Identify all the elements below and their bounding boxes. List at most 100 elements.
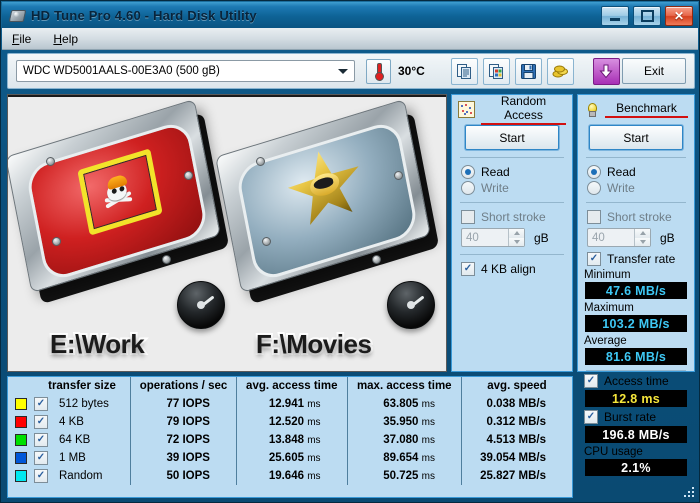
random-access-short-stroke-checkbox[interactable]: ✓ Short stroke xyxy=(461,210,572,224)
toolbar: WDC WD5001AALS-00E3A0 (500 gB) 30°C Exit xyxy=(7,53,695,89)
row-avg-speed-cell: 39.054 MB/s xyxy=(460,449,572,467)
column-header-operations: operations / sec xyxy=(130,377,237,395)
drive-selector-combobox[interactable]: WDC WD5001AALS-00E3A0 (500 gB) xyxy=(16,60,355,82)
checkbox-checked-icon[interactable]: ✓ xyxy=(34,397,48,411)
row-color-swatch-cell xyxy=(8,449,34,467)
divider xyxy=(460,157,564,158)
drive-graphic-movies: F:\Movies xyxy=(215,98,446,361)
row-operations-cell: 79 IOPS xyxy=(130,413,237,431)
row-transfer-size-label: 1 MB xyxy=(59,452,86,464)
benchmark-cpu-usage-label: CPU usage xyxy=(584,446,643,458)
random-access-short-stroke-stepper[interactable]: 40 gB xyxy=(461,228,572,247)
table-row[interactable]: ✓ 4 KB 79 IOPS 12.520 ms 35.950 ms 0.312 MB/s xyxy=(8,413,572,431)
benchmark-short-stroke-checkbox[interactable]: ✓ Short stroke xyxy=(587,210,694,224)
benchmark-transfer-rate-label: Transfer rate xyxy=(607,252,676,266)
color-swatch-icon xyxy=(15,433,27,446)
chevron-down-icon[interactable] xyxy=(334,68,352,74)
random-access-short-stroke-value: 40 xyxy=(466,231,479,244)
benchmark-burst-rate-checkbox[interactable]: ✓ Burst rate xyxy=(584,410,694,424)
row-avg-speed-cell: 0.312 MB/s xyxy=(460,413,572,431)
row-avg-access-cell: 12.520 ms xyxy=(235,413,348,431)
window-controls: ✕ xyxy=(601,6,693,26)
table-row[interactable]: ✓ Random 50 IOPS 19.646 ms 50.725 ms 25.827 M… xyxy=(8,467,572,485)
random-access-panel: Random Access Start Read Write ✓ Short st… xyxy=(451,94,573,372)
random-access-4kb-align-label: 4 KB align xyxy=(481,262,536,276)
minimize-icon xyxy=(610,17,620,21)
random-access-4kb-align-checkbox[interactable]: ✓ 4 KB align xyxy=(461,262,572,276)
benchmark-transfer-rate-checkbox[interactable]: ✓ Transfer rate xyxy=(587,252,694,266)
benchmark-header: Benchmark xyxy=(584,99,688,120)
temperature-button[interactable] xyxy=(366,58,391,84)
benchmark-short-stroke-stepper[interactable]: 40 gB xyxy=(587,228,694,247)
graph-area[interactable]: E:\Work F:\Movies xyxy=(7,94,447,372)
stepper-up-icon[interactable] xyxy=(509,229,524,238)
temperature-value: 30°C xyxy=(398,64,425,78)
row-color-swatch-cell xyxy=(8,413,34,431)
exit-button-label: Exit xyxy=(643,64,664,78)
row-avg-access-cell: 13.848 ms xyxy=(235,431,348,449)
random-access-write-radio[interactable]: Write xyxy=(461,181,572,195)
benchmark-minimum-value: 47.6 MB/s xyxy=(585,282,687,299)
row-operations-cell: 77 IOPS xyxy=(130,395,237,413)
row-operations-cell: 72 IOPS xyxy=(130,431,237,449)
random-access-start-button[interactable]: Start xyxy=(465,125,559,150)
table-row[interactable]: ✓ 64 KB 72 IOPS 13.848 ms 37.080 ms 4.513 MB/… xyxy=(8,431,572,449)
stepper-up-icon[interactable] xyxy=(635,229,650,238)
options-button[interactable] xyxy=(546,57,574,85)
copy-image-button[interactable] xyxy=(482,57,510,85)
menu-item-file[interactable]: File xyxy=(12,32,31,46)
column-header-avg-access: avg. access time xyxy=(235,377,348,395)
table-row[interactable]: ✓ 1 MB 39 IOPS 25.605 ms 89.654 ms 39.054 MB/… xyxy=(8,449,572,467)
minimize-button[interactable] xyxy=(601,6,629,26)
row-transfer-size-cell: ✓ Random xyxy=(34,467,131,485)
hard-disk-icon xyxy=(8,7,27,23)
color-swatch-icon xyxy=(15,469,27,482)
benchmark-short-stroke-label: Short stroke xyxy=(607,210,672,224)
random-access-read-radio[interactable]: Read xyxy=(461,165,572,179)
save-button[interactable] xyxy=(514,57,542,85)
graph-top-border xyxy=(8,95,446,97)
close-button[interactable]: ✕ xyxy=(665,6,693,26)
menu-item-help[interactable]: Help xyxy=(53,32,78,46)
row-avg-access-cell: 12.941 ms xyxy=(235,395,348,413)
checkbox-checked-icon[interactable]: ✓ xyxy=(34,469,48,483)
copy-image-icon xyxy=(488,63,503,79)
benchmark-start-label: Start xyxy=(623,130,649,145)
gold-coins-icon xyxy=(552,65,568,77)
toolbar-icon-group xyxy=(450,57,620,85)
maximize-button[interactable] xyxy=(633,6,661,26)
checkbox-checked-icon: ✓ xyxy=(584,374,598,388)
benchmark-burst-rate-label: Burst rate xyxy=(604,410,657,424)
download-button[interactable] xyxy=(592,57,620,85)
row-transfer-size-cell: ✓ 64 KB xyxy=(34,431,131,449)
benchmark-write-label: Write xyxy=(607,181,635,195)
row-avg-speed-cell: 4.513 MB/s xyxy=(460,431,572,449)
benchmark-read-radio[interactable]: Read xyxy=(587,165,694,179)
checkbox-checked-icon: ✓ xyxy=(584,410,598,424)
stepper-down-icon[interactable] xyxy=(635,237,650,246)
table-row[interactable]: ✓ 512 bytes 77 IOPS 12.941 ms 63.805 ms 0.038… xyxy=(8,395,572,413)
column-header-transfer-size: transfer size xyxy=(48,380,116,392)
stepper-down-icon[interactable] xyxy=(509,237,524,246)
benchmark-read-label: Read xyxy=(607,165,636,179)
drive-selector-value: WDC WD5001AALS-00E3A0 (500 gB) xyxy=(23,65,220,77)
checkbox-checked-icon[interactable]: ✓ xyxy=(34,415,48,429)
title-bar: HD Tune Pro 4.60 - Hard Disk Utility ✕ xyxy=(2,2,698,28)
copy-text-button[interactable] xyxy=(450,57,478,85)
divider xyxy=(460,202,564,203)
row-operations-cell: 39 IOPS xyxy=(130,449,237,467)
benchmark-write-radio[interactable]: Write xyxy=(587,181,694,195)
checkbox-checked-icon[interactable]: ✓ xyxy=(34,451,48,465)
radio-off-icon xyxy=(587,181,601,195)
scatter-plot-icon xyxy=(458,101,475,118)
benchmark-start-button[interactable]: Start xyxy=(589,125,683,150)
resize-grip[interactable] xyxy=(684,487,696,499)
menu-file-label-rest: ile xyxy=(19,31,32,46)
column-header-max-access: max. access time xyxy=(346,377,462,395)
speed-gauge-icon xyxy=(387,281,435,329)
benchmark-access-time-label: Access time xyxy=(604,374,669,388)
checkbox-checked-icon: ✓ xyxy=(587,252,601,266)
checkbox-checked-icon[interactable]: ✓ xyxy=(34,433,48,447)
benchmark-access-time-checkbox[interactable]: ✓ Access time xyxy=(584,374,694,388)
exit-button[interactable]: Exit xyxy=(622,58,686,84)
